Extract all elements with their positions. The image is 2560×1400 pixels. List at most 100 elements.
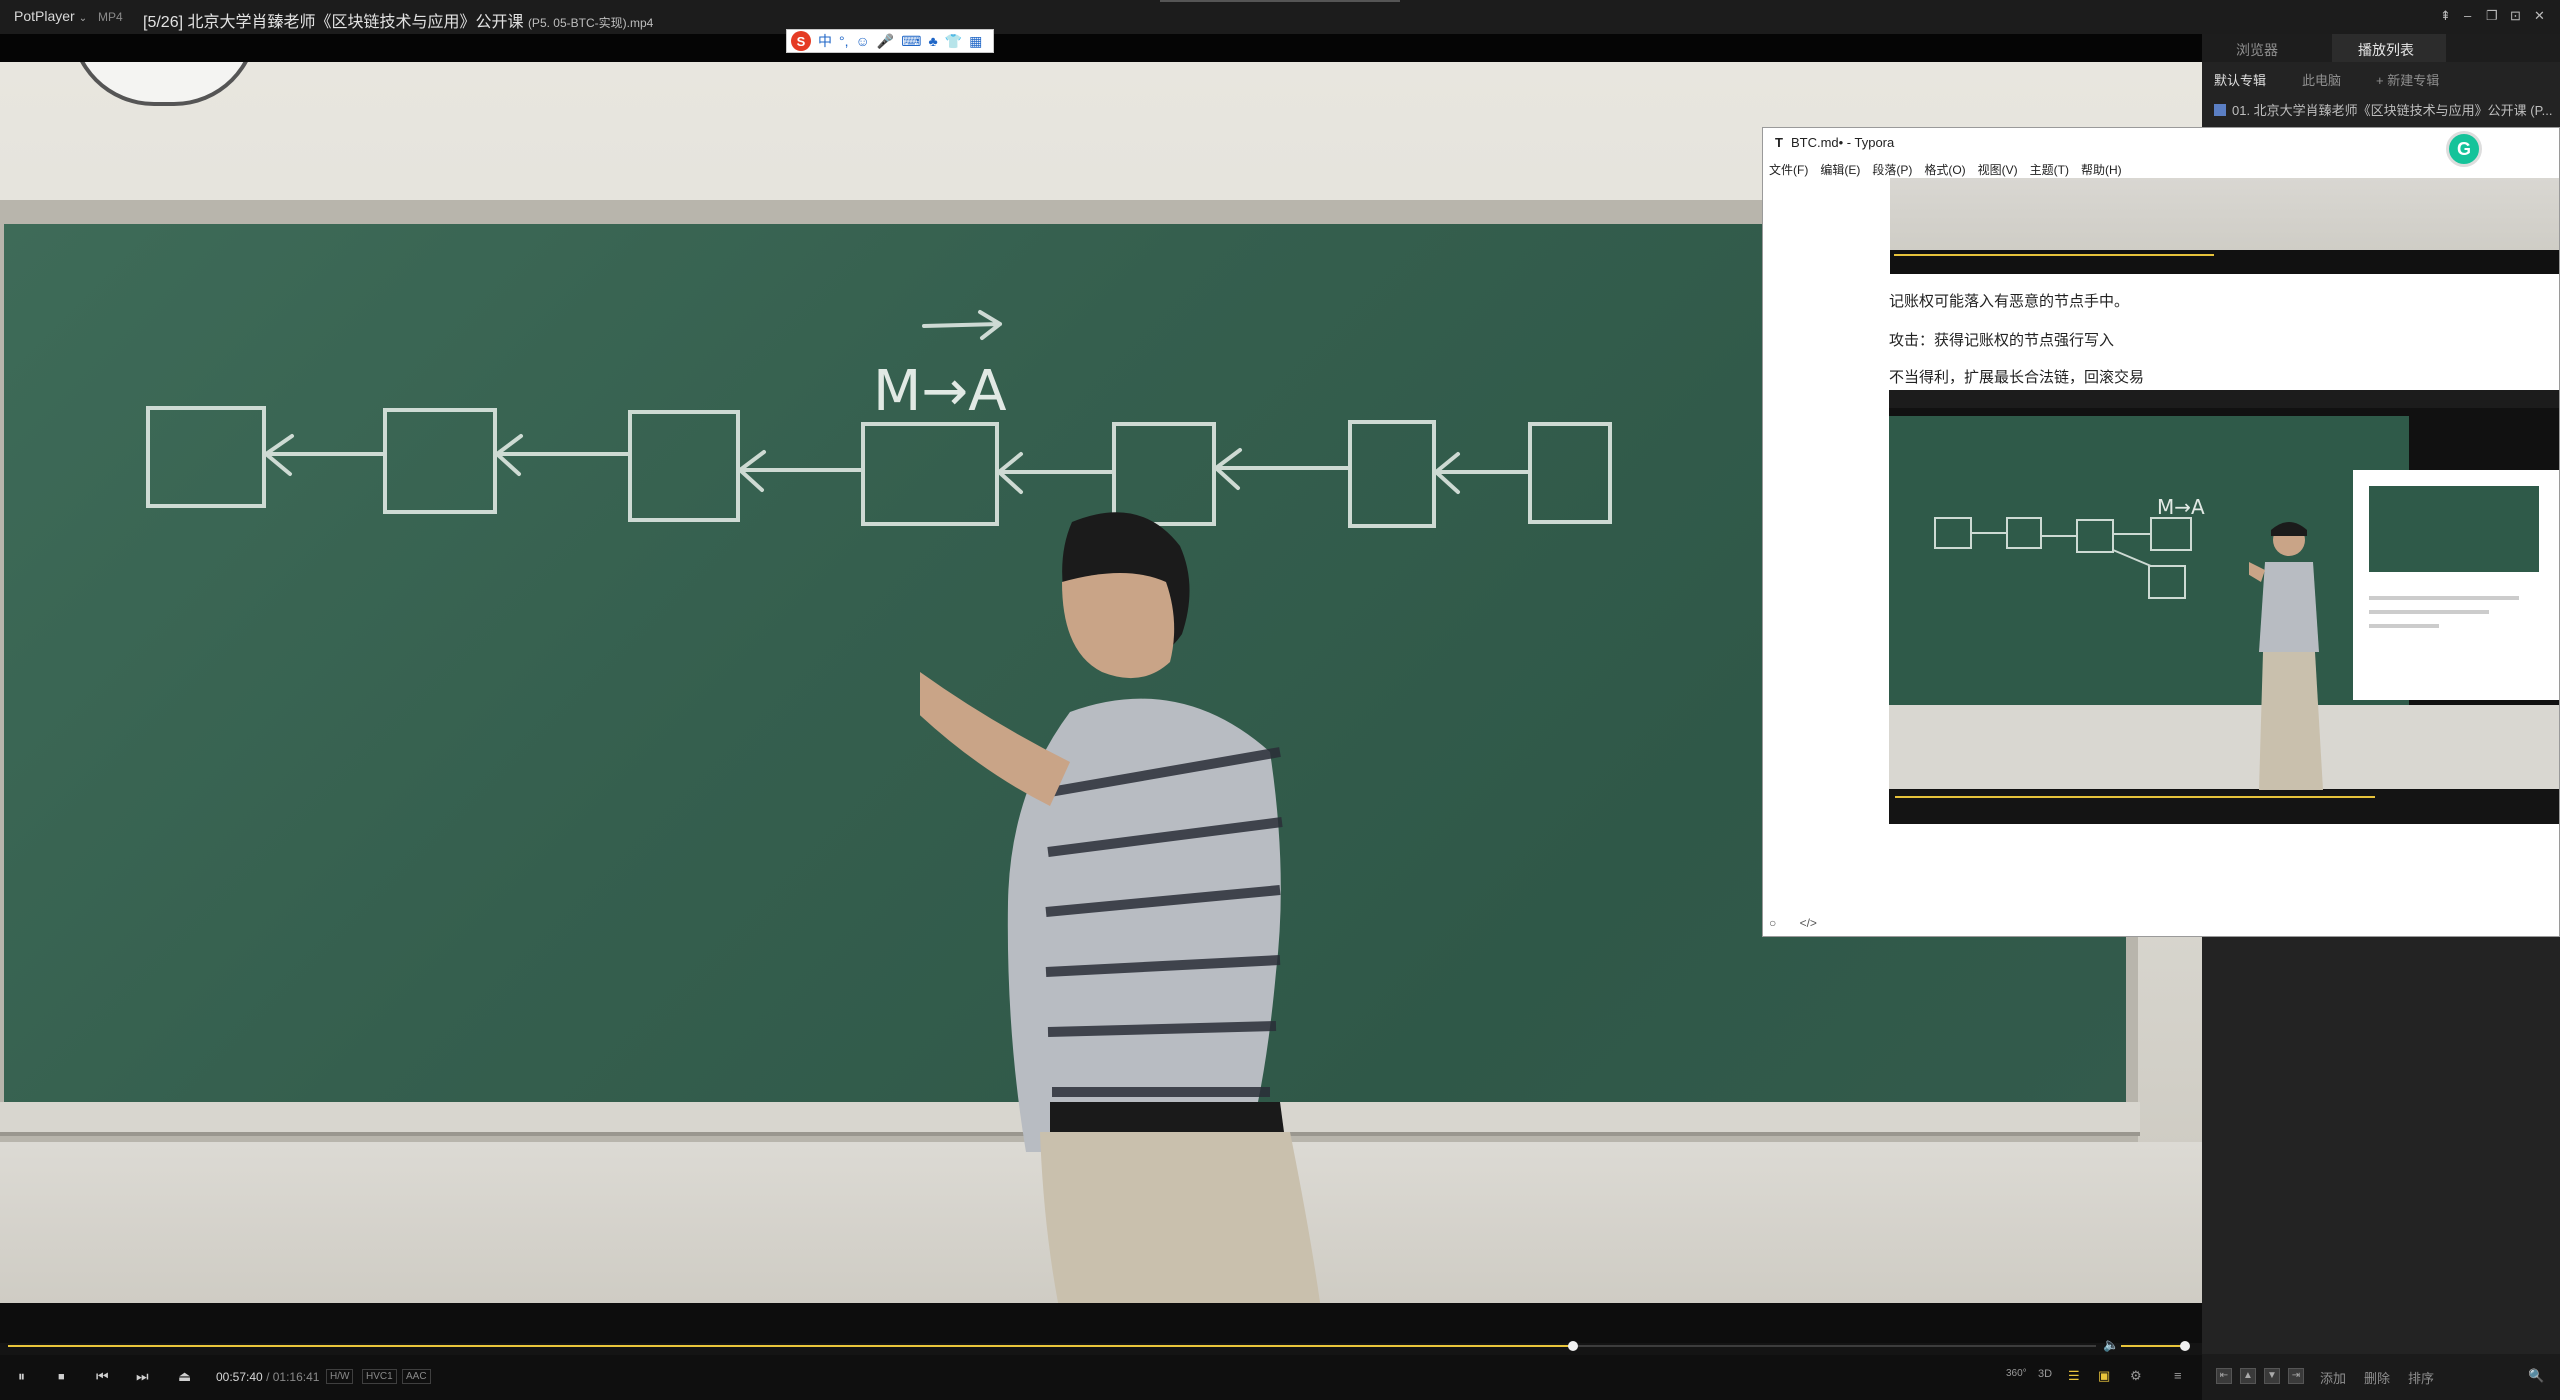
- restore-button[interactable]: ❐: [2486, 8, 2498, 24]
- app-name: PotPlayer: [14, 8, 75, 24]
- format-label: MP4: [98, 10, 123, 24]
- screenshot-2-label: M→A: [2157, 495, 2205, 519]
- punctuation-icon[interactable]: °,: [839, 33, 849, 49]
- emoji-icon[interactable]: ☺: [856, 33, 870, 49]
- album-this-pc[interactable]: 此电脑: [2302, 70, 2341, 89]
- typora-footer: ○ </>: [1769, 916, 1817, 930]
- menu-paragraph[interactable]: 段落(P): [1872, 161, 1912, 178]
- volume-fill: [2121, 1345, 2186, 1347]
- chalk-block-2: [383, 408, 497, 514]
- video-file-icon: [2214, 104, 2226, 116]
- chinese-mode-icon[interactable]: 中: [818, 31, 832, 51]
- move-top-icon[interactable]: ⇤: [2216, 1368, 2232, 1384]
- window-title: [5/26] 北京大学肖臻老师《区块链技术与应用》公开课 (P5. 05-BTC…: [143, 8, 653, 32]
- playlist-item[interactable]: 01. 北京大学肖臻老师《区块链技术与应用》公开课 (P...: [2214, 100, 2552, 119]
- microphone-icon[interactable]: 🎤: [877, 33, 894, 50]
- screenshot-2-wall: [1889, 705, 2559, 789]
- total-time: 01:16:41: [272, 1370, 320, 1384]
- eject-button[interactable]: ⏏: [178, 1368, 191, 1385]
- sort-button[interactable]: 排序: [2408, 1368, 2434, 1387]
- chalk-label: M→A: [873, 359, 1007, 424]
- search-icon[interactable]: 🔍: [2528, 1368, 2544, 1384]
- lecturer: [920, 512, 1320, 1303]
- audio-badge[interactable]: AAC: [402, 1369, 431, 1384]
- vr360-button[interactable]: 360°: [2006, 1368, 2027, 1379]
- new-album-button[interactable]: + 新建专辑: [2376, 70, 2439, 89]
- embedded-screenshot-2: M→A: [1889, 390, 2559, 824]
- seek-knob[interactable]: [1567, 1341, 1578, 1351]
- 3d-button[interactable]: 3D: [2038, 1368, 2052, 1380]
- delete-button[interactable]: 删除: [2364, 1368, 2390, 1387]
- note-line-2: 攻击：获得记账权的节点强行写入: [1889, 332, 2115, 349]
- note-line-1: 记账权可能落入有恶意的节点手中。: [1889, 293, 2130, 310]
- screenshot-2-chalk: M→A: [1934, 495, 2205, 599]
- fullscreen-button[interactable]: ⊡: [2510, 8, 2521, 24]
- capture-button[interactable]: ▣: [2098, 1368, 2110, 1384]
- embedded-screenshot-1: [1890, 178, 2559, 274]
- menu-help[interactable]: 帮助(H): [2081, 161, 2122, 178]
- add-button[interactable]: 添加: [2320, 1368, 2346, 1387]
- previous-button[interactable]: ⏮: [96, 1368, 109, 1385]
- menu-format[interactable]: 格式(O): [1924, 161, 1965, 178]
- screenshot-2-progress: [1895, 796, 2375, 798]
- grid-icon[interactable]: ▦: [969, 33, 982, 50]
- letterbox: [0, 34, 2202, 62]
- screenshot-2-doc-line: [2369, 624, 2439, 628]
- ime-toolbar[interactable]: S 中 °, ☺ 🎤 ⌨ ♣ 👕 ▦: [786, 29, 994, 53]
- minimize-button[interactable]: –: [2464, 8, 2471, 23]
- seek-bar[interactable]: [8, 1345, 2096, 1347]
- skin-icon[interactable]: ♣: [928, 33, 937, 49]
- screenshot-2-doc-image: [2369, 486, 2539, 572]
- screenshot-2-doc-line: [2369, 610, 2489, 614]
- settings-gear-icon[interactable]: ⚙: [2130, 1368, 2142, 1384]
- typora-title: BTC.md• - Typora: [1790, 135, 1895, 150]
- move-up-icon[interactable]: ▲: [2240, 1368, 2256, 1384]
- grammarly-button[interactable]: G: [2446, 131, 2482, 167]
- menu-icon[interactable]: ≡: [2174, 1368, 2182, 1383]
- move-bottom-icon[interactable]: ⇥: [2288, 1368, 2304, 1384]
- screenshot-2-controls: [1889, 790, 2559, 824]
- outline-toggle-icon[interactable]: ○: [1769, 916, 1776, 930]
- chalk-block-7: [1528, 422, 1612, 524]
- next-button[interactable]: ⏭: [136, 1368, 149, 1385]
- source-mode-icon[interactable]: </>: [1800, 916, 1817, 930]
- time-display: 00:57:40 / 01:16:41: [216, 1370, 319, 1384]
- screenshot-2-lecturer: [2249, 522, 2323, 790]
- codec-badge[interactable]: HVC1: [362, 1369, 397, 1384]
- screenshot-2-doc: [2353, 470, 2559, 700]
- shirt-icon[interactable]: 👕: [945, 33, 962, 50]
- close-button[interactable]: ✕: [2534, 8, 2545, 24]
- menu-view[interactable]: 视图(V): [1978, 161, 2018, 178]
- move-down-icon[interactable]: ▼: [2264, 1368, 2280, 1384]
- sogou-logo-icon[interactable]: S: [791, 31, 811, 51]
- stop-button[interactable]: ■: [58, 1371, 65, 1383]
- potplayer-menu-button[interactable]: PotPlayer ⌄: [14, 8, 87, 24]
- playlist-toggle-button[interactable]: ☰: [2068, 1368, 2080, 1384]
- typora-logo-icon: T: [1775, 135, 1783, 150]
- title-bar: PotPlayer ⌄ MP4 [5/26] 北京大学肖臻老师《区块链技术与应用》…: [0, 0, 2560, 34]
- seek-fill: [8, 1345, 1573, 1347]
- volume-slider[interactable]: [2121, 1345, 2187, 1347]
- typora-window[interactable]: T BTC.md• - Typora 文件(F) 编辑(E) 段落(P) 格式(O…: [1762, 127, 2560, 937]
- seek-area: [0, 1303, 2202, 1343]
- chevron-down-icon: ⌄: [78, 13, 88, 24]
- menu-theme[interactable]: 主题(T): [2030, 161, 2069, 178]
- side-tabs: 浏览器 播放列表: [2202, 34, 2560, 62]
- pause-button[interactable]: ⏸: [18, 1368, 25, 1385]
- screenshot-1-controls: [1890, 250, 2559, 274]
- hw-badge[interactable]: H/W: [326, 1369, 354, 1384]
- screenshot-2-doc-line: [2369, 596, 2519, 600]
- playlist-toolbar: ⇤ ▲ ▼ ⇥ 添加 删除 排序 🔍: [2202, 1354, 2560, 1400]
- menu-edit[interactable]: 编辑(E): [1820, 161, 1860, 178]
- volume-icon[interactable]: 🔈: [2103, 1337, 2119, 1353]
- tab-playlist[interactable]: 播放列表: [2358, 40, 2414, 60]
- pin-icon[interactable]: ⇞: [2440, 8, 2451, 24]
- menu-file[interactable]: 文件(F): [1769, 161, 1808, 178]
- time-separator: /: [266, 1370, 270, 1384]
- keyboard-icon[interactable]: ⌨: [901, 33, 921, 50]
- current-time: 00:57:40: [216, 1370, 263, 1384]
- tab-browser[interactable]: 浏览器: [2236, 40, 2278, 60]
- album-default[interactable]: 默认专辑: [2214, 70, 2266, 89]
- volume-knob[interactable]: [2180, 1341, 2191, 1351]
- screenshot-1-progress: [1894, 254, 2214, 256]
